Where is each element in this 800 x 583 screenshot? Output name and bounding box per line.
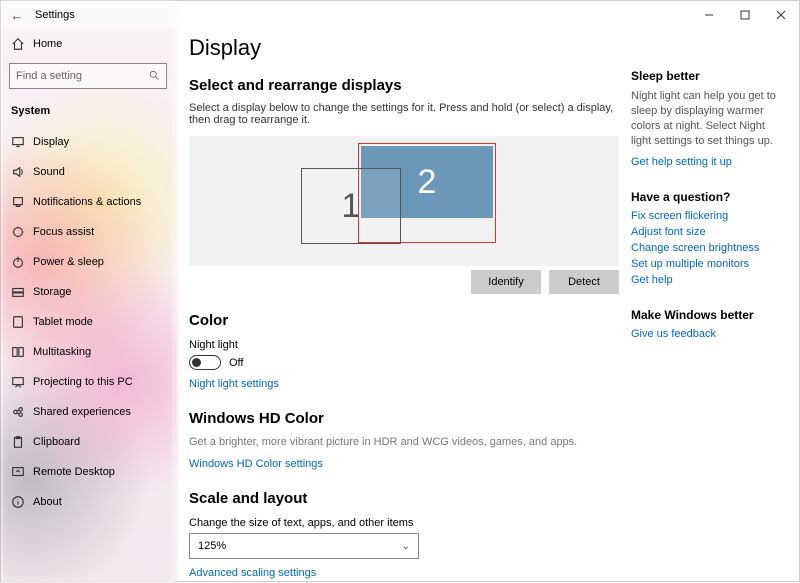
sidebar-item-about[interactable]: About (1, 487, 175, 517)
sidebar-item-notifications[interactable]: Notifications & actions (1, 187, 175, 217)
storage-icon (11, 285, 33, 299)
hd-settings-link[interactable]: Windows HD Color settings (189, 458, 323, 470)
sidebar-home-label: Home (33, 38, 62, 50)
rail-question-link[interactable]: Fix screen flickering (631, 210, 779, 222)
shared-icon (11, 405, 33, 419)
sidebar-item-label: Remote Desktop (33, 466, 115, 478)
main-content: Display Select and rearrange displays Se… (189, 35, 619, 583)
sidebar-item-label: Display (33, 136, 69, 148)
detect-button[interactable]: Detect (549, 270, 619, 294)
sidebar-item-label: Multitasking (33, 346, 91, 358)
sidebar: Home Find a setting System Display Sound N… (1, 29, 175, 583)
remote-icon (11, 465, 33, 479)
sidebar-item-label: Notifications & actions (33, 196, 141, 208)
scale-heading: Scale and layout (189, 490, 619, 507)
sidebar-item-tablet[interactable]: Tablet mode (1, 307, 175, 337)
rail-question-link[interactable]: Adjust font size (631, 226, 779, 238)
sidebar-heading: System (1, 99, 175, 127)
sidebar-item-label: About (33, 496, 62, 508)
sound-icon (11, 165, 33, 179)
clipboard-icon (11, 435, 33, 449)
chevron-down-icon: ⌄ (402, 541, 410, 552)
home-icon (11, 37, 33, 51)
rail-question-link[interactable]: Change screen brightness (631, 242, 779, 254)
rail-question-heading: Have a question? (631, 190, 779, 204)
about-icon (11, 495, 33, 509)
sidebar-home[interactable]: Home (1, 29, 175, 59)
maximize-button[interactable] (727, 1, 763, 29)
rail-sleep-desc: Night light can help you get to sleep by… (631, 89, 779, 148)
display-2-selection (358, 143, 496, 243)
scale-value: 125% (198, 540, 226, 552)
sidebar-item-projecting[interactable]: Projecting to this PC (1, 367, 175, 397)
sidebar-item-clipboard[interactable]: Clipboard (1, 427, 175, 457)
power-icon (11, 255, 33, 269)
search-placeholder: Find a setting (16, 70, 82, 82)
focus-icon (11, 225, 33, 239)
arrange-desc: Select a display below to change the set… (189, 102, 619, 126)
sidebar-item-focus[interactable]: Focus assist (1, 217, 175, 247)
sidebar-item-multitasking[interactable]: Multitasking (1, 337, 175, 367)
sidebar-item-storage[interactable]: Storage (1, 277, 175, 307)
tablet-icon (11, 315, 33, 329)
minimize-button[interactable] (691, 1, 727, 29)
multitasking-icon (11, 345, 33, 359)
projecting-icon (11, 375, 33, 389)
search-icon (148, 69, 160, 84)
sidebar-item-sound[interactable]: Sound (1, 157, 175, 187)
titlebar: ← Settings (1, 1, 799, 29)
identify-button[interactable]: Identify (471, 270, 541, 294)
page-title: Display (189, 35, 619, 61)
scale-select[interactable]: 125% ⌄ (189, 533, 419, 559)
sidebar-item-label: Focus assist (33, 226, 94, 238)
scale-label: Change the size of text, apps, and other… (189, 517, 619, 529)
rail-better-heading: Make Windows better (631, 308, 779, 322)
close-button[interactable] (763, 1, 799, 29)
search-input[interactable]: Find a setting (9, 63, 167, 89)
rail-sleep-heading: Sleep better (631, 69, 779, 83)
display-icon (11, 135, 33, 149)
notifications-icon (11, 195, 33, 209)
sidebar-item-label: Projecting to this PC (33, 376, 133, 388)
sidebar-item-remote[interactable]: Remote Desktop (1, 457, 175, 487)
arrange-heading: Select and rearrange displays (189, 77, 619, 94)
night-light-toggle[interactable] (189, 355, 221, 370)
sidebar-item-label: Clipboard (33, 436, 80, 448)
rail-sleep-link[interactable]: Get help setting it up (631, 156, 779, 168)
rail-question-link[interactable]: Get help (631, 274, 779, 286)
color-heading: Color (189, 312, 619, 329)
sidebar-item-label: Storage (33, 286, 72, 298)
hd-desc: Get a brighter, more vibrant picture in … (189, 435, 619, 450)
sidebar-item-label: Power & sleep (33, 256, 104, 268)
night-light-settings-link[interactable]: Night light settings (189, 378, 279, 390)
advanced-scaling-link[interactable]: Advanced scaling settings (189, 567, 316, 579)
right-rail: Sleep better Night light can help you ge… (619, 35, 789, 583)
display-arranger[interactable]: 2 1 (189, 136, 619, 266)
night-light-label: Night light (189, 339, 619, 351)
sidebar-item-display[interactable]: Display (1, 127, 175, 157)
night-light-state: Off (229, 357, 243, 369)
rail-feedback-link[interactable]: Give us feedback (631, 328, 779, 340)
rail-question-link[interactable]: Set up multiple monitors (631, 258, 779, 270)
sidebar-item-label: Tablet mode (33, 316, 93, 328)
sidebar-item-power[interactable]: Power & sleep (1, 247, 175, 277)
app-title: Settings (35, 9, 75, 21)
sidebar-item-label: Shared experiences (33, 406, 131, 418)
sidebar-item-label: Sound (33, 166, 65, 178)
sidebar-item-shared[interactable]: Shared experiences (1, 397, 175, 427)
hd-heading: Windows HD Color (189, 410, 619, 427)
back-button[interactable]: ← (9, 8, 25, 23)
